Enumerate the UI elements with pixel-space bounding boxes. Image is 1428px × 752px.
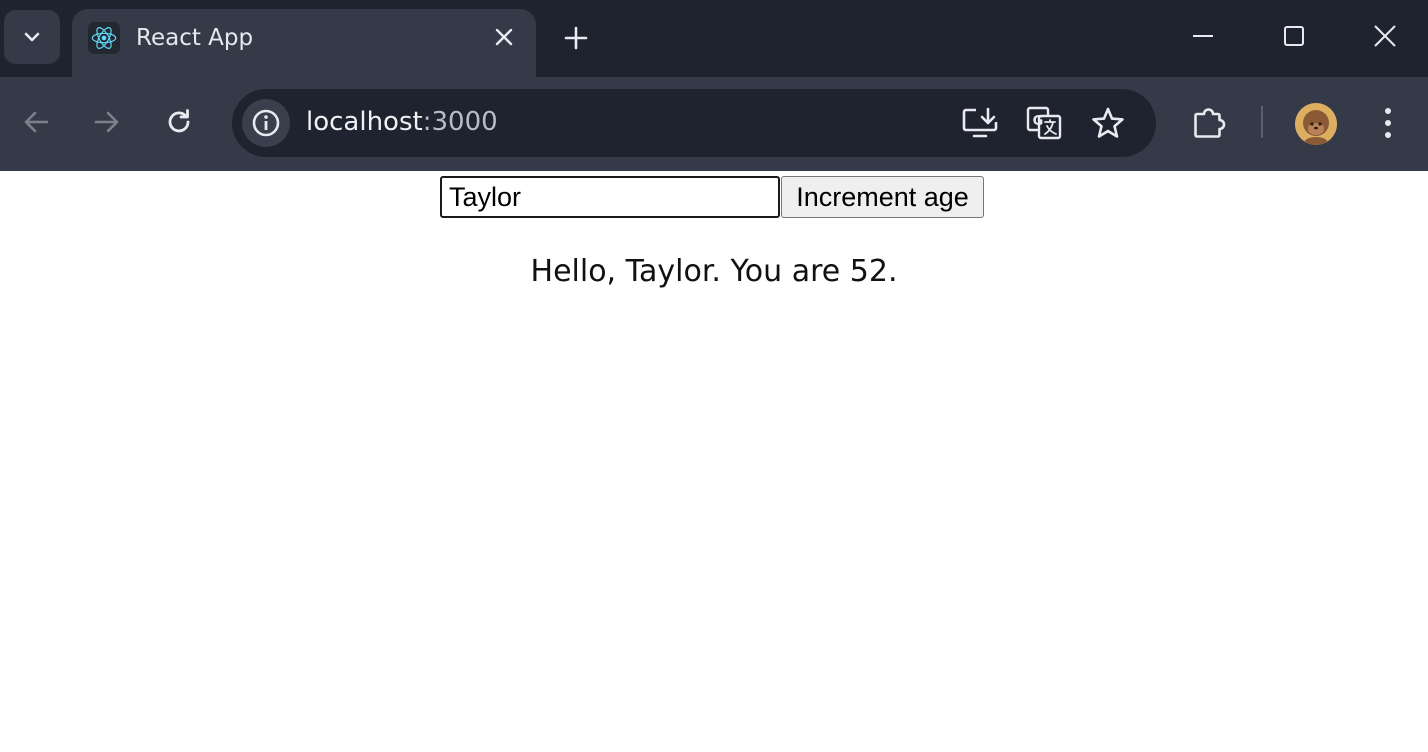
tab-title: React App [136,25,254,51]
window-close-button[interactable] [1362,14,1408,58]
reload-button[interactable] [159,102,199,142]
arrow-right-icon [94,111,119,133]
three-dots-icon [1385,108,1391,138]
chevron-down-icon [24,32,40,42]
browser-titlebar: React App [0,0,1428,77]
svg-text:G: G [1033,114,1044,129]
install-app-button[interactable] [960,103,1000,143]
info-icon [252,109,280,137]
name-input[interactable] [440,176,780,218]
new-tab-button[interactable] [560,22,592,54]
tab-search-button[interactable] [4,10,60,64]
close-icon [1374,25,1396,47]
page-content: Increment age Hello, Taylor. You are 52. [0,171,1428,752]
star-icon [1092,107,1124,138]
close-icon [495,28,513,46]
minimize-icon [1193,35,1213,37]
minimize-button[interactable] [1180,14,1226,58]
maximize-button[interactable] [1271,14,1317,58]
address-bar[interactable]: localhost:3000 G [232,89,1156,157]
browser-toolbar: localhost:3000 G [0,77,1428,171]
avatar[interactable] [1295,103,1337,145]
site-info-button[interactable] [242,99,290,147]
toolbar-divider [1261,106,1263,138]
puzzle-icon [1194,108,1226,138]
tab-close-button[interactable] [490,23,518,51]
extensions-button[interactable] [1189,101,1229,145]
back-button[interactable] [16,102,56,142]
browser-tab[interactable]: React App [72,9,536,77]
install-app-icon [962,107,998,138]
url-port: :3000 [422,107,498,137]
increment-age-button[interactable]: Increment age [781,176,984,218]
plus-icon [564,26,588,50]
react-logo-icon [88,22,120,54]
url-text[interactable]: localhost:3000 [306,107,498,137]
url-host: localhost [306,107,423,137]
translate-icon: G [1026,106,1062,140]
menu-button[interactable] [1368,101,1408,145]
maximize-icon [1284,26,1304,46]
translate-button[interactable]: G [1024,103,1064,143]
arrow-left-icon [24,111,49,133]
greeting-text: Hello, Taylor. You are 52. [530,254,898,289]
forward-button[interactable] [87,102,127,142]
reload-icon [168,109,190,133]
bookmark-button[interactable] [1088,103,1128,143]
